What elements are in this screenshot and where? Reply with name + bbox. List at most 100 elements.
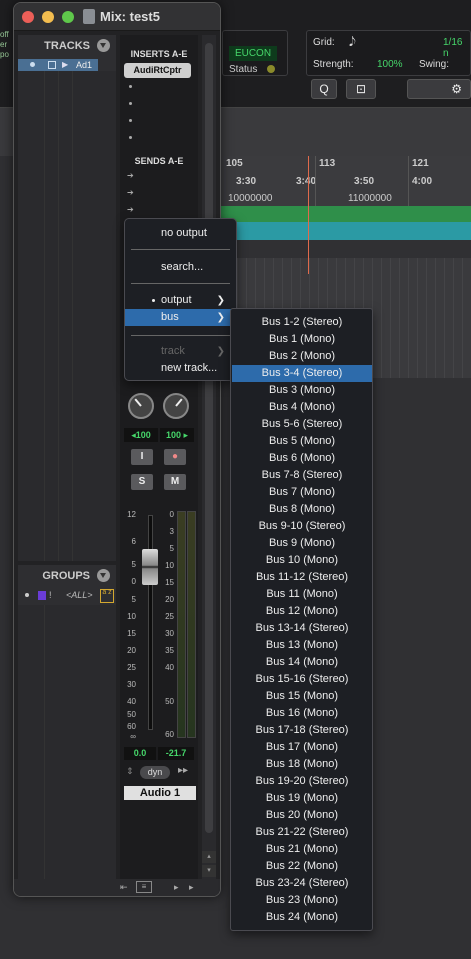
narrow-view-icon[interactable]: ⇤: [120, 882, 128, 893]
bus-menu-item[interactable]: Bus 22 (Mono): [232, 858, 372, 875]
scrollbar-thumb[interactable]: [205, 43, 213, 833]
grid-value[interactable]: 1/16 n: [443, 37, 470, 59]
insert-slot-a[interactable]: AudiRtCptr: [124, 63, 191, 78]
bus-menu-item[interactable]: Bus 20 (Mono): [232, 807, 372, 824]
menu-item-label: output: [161, 294, 192, 306]
bus-menu-item[interactable]: Bus 4 (Mono): [232, 399, 372, 416]
send-slot-b-icon[interactable]: ➔: [127, 188, 134, 197]
pan-right-value[interactable]: 100 ▸: [160, 428, 194, 442]
pan-left-value[interactable]: ◂100: [124, 428, 158, 442]
track-show-icon[interactable]: [30, 62, 35, 67]
bus-menu-item[interactable]: Bus 18 (Mono): [232, 756, 372, 773]
scroll-up-icon[interactable]: ▴: [202, 851, 216, 863]
bus-menu-item[interactable]: Bus 15 (Mono): [232, 688, 372, 705]
close-window-button[interactable]: [22, 11, 34, 23]
mix-window: Mix: test5 TRACKS ▶ Ad1 GROUPS ! <ALL> a…: [13, 2, 221, 897]
bus-menu-item[interactable]: Bus 17-18 (Stereo): [232, 722, 372, 739]
tracks-menu-chevron-icon[interactable]: [97, 39, 110, 52]
bus-menu-item[interactable]: Bus 13-14 (Stereo): [232, 620, 372, 637]
quantize-button[interactable]: Q: [311, 79, 337, 99]
input-monitor-button[interactable]: I: [131, 449, 153, 465]
bus-menu-item[interactable]: Bus 10 (Mono): [232, 552, 372, 569]
pan-left-knob[interactable]: [128, 393, 154, 419]
settings-gear-icon[interactable]: ⚙: [407, 79, 471, 99]
fast-forward-icon[interactable]: ▸▸: [178, 765, 188, 776]
volume-fader-handle[interactable]: [142, 549, 158, 585]
bus-menu-item[interactable]: Bus 21-22 (Stereo): [232, 824, 372, 841]
insert-slot-e[interactable]: [129, 136, 132, 139]
solo-button[interactable]: S: [131, 474, 153, 490]
note-icon[interactable]: 𝅘𝅥𝅮: [349, 34, 356, 50]
bus-menu-item[interactable]: Bus 5 (Mono): [232, 433, 372, 450]
bus-menu-item[interactable]: Bus 3 (Mono): [232, 382, 372, 399]
bus-menu-item[interactable]: Bus 19 (Mono): [232, 790, 372, 807]
menu-item-search[interactable]: search...: [125, 259, 236, 276]
menu-item-output[interactable]: output ❯: [125, 292, 236, 309]
track-lane-cyan[interactable]: [220, 222, 471, 240]
bus-menu-item[interactable]: Bus 12 (Mono): [232, 603, 372, 620]
scroll-down-icon[interactable]: ▾: [202, 865, 216, 877]
bus-menu-item[interactable]: Bus 21 (Mono): [232, 841, 372, 858]
restore-button[interactable]: ⊡: [346, 79, 376, 99]
scroll-right-icon[interactable]: ▸: [189, 882, 194, 893]
send-slot-c-icon[interactable]: ➔: [127, 205, 134, 214]
track-select-icon[interactable]: [48, 61, 56, 69]
group-name[interactable]: <ALL>: [66, 590, 93, 600]
bus-menu-item[interactable]: Bus 7-8 (Stereo): [232, 467, 372, 484]
insert-slot-c[interactable]: [129, 102, 132, 105]
bus-menu-item[interactable]: Bus 17 (Mono): [232, 739, 372, 756]
track-lane-green[interactable]: [220, 206, 471, 222]
menu-item-bus[interactable]: bus ❯: [125, 309, 236, 326]
eucon-status-indicator: [267, 65, 275, 73]
bus-menu-item[interactable]: Bus 1 (Mono): [232, 331, 372, 348]
track-list-row[interactable]: ▶ Ad1: [18, 59, 98, 71]
menu-item-no-output[interactable]: no output: [125, 225, 236, 242]
eucon-label[interactable]: EUCON: [229, 46, 277, 61]
bus-menu-item[interactable]: Bus 23-24 (Stereo): [232, 875, 372, 892]
pan-right-knob[interactable]: [163, 393, 189, 419]
mix-titlebar[interactable]: Mix: test5: [14, 3, 220, 31]
bus-menu-item[interactable]: Bus 23 (Mono): [232, 892, 372, 909]
bus-menu-item[interactable]: Bus 8 (Mono): [232, 501, 372, 518]
insert-slot-b[interactable]: [129, 85, 132, 88]
bus-menu-item[interactable]: Bus 1-2 (Stereo): [232, 314, 372, 331]
menu-item-label: bus: [161, 311, 179, 323]
groups-menu-chevron-icon[interactable]: [97, 569, 110, 582]
automation-updown-icon[interactable]: ⇕: [126, 766, 134, 777]
track-name-plate[interactable]: Audio 1: [124, 786, 196, 800]
insert-slot-d[interactable]: [129, 119, 132, 122]
bus-menu-item[interactable]: Bus 7 (Mono): [232, 484, 372, 501]
dyn-button[interactable]: dyn: [140, 766, 170, 779]
bus-menu-item[interactable]: Bus 5-6 (Stereo): [232, 416, 372, 433]
timeline-ruler[interactable]: 105 113 121 3:30 3:40 3:50 4:00 10000000…: [220, 156, 471, 210]
scroll-left-icon[interactable]: ▸: [174, 882, 179, 893]
bus-menu-item[interactable]: Bus 14 (Mono): [232, 654, 372, 671]
group-sort-icon[interactable]: a z: [100, 589, 114, 603]
strength-value[interactable]: 100%: [377, 59, 403, 70]
mute-button[interactable]: M: [164, 474, 186, 490]
bus-menu-item[interactable]: Bus 24 (Mono): [232, 909, 372, 926]
bus-menu-item[interactable]: Bus 19-20 (Stereo): [232, 773, 372, 790]
menu-item-new-track[interactable]: new track...: [125, 360, 236, 377]
bus-menu-item[interactable]: Bus 2 (Mono): [232, 348, 372, 365]
send-slot-a-icon[interactable]: ➔: [127, 171, 134, 180]
bus-menu-item[interactable]: Bus 9 (Mono): [232, 535, 372, 552]
group-list-row[interactable]: ! <ALL> a z: [18, 589, 116, 603]
peak-readout[interactable]: -21.7: [158, 747, 194, 760]
volume-fader-track[interactable]: [148, 515, 153, 730]
playhead-cursor[interactable]: [308, 156, 309, 274]
volume-readout[interactable]: 0.0: [124, 747, 156, 760]
record-enable-button[interactable]: ●: [164, 449, 186, 465]
bus-menu-item[interactable]: Bus 13 (Mono): [232, 637, 372, 654]
view-menu-icon[interactable]: ≡: [136, 881, 152, 893]
minimize-window-button[interactable]: [42, 11, 54, 23]
bus-menu-item[interactable]: Bus 9-10 (Stereo): [232, 518, 372, 535]
bus-menu-item[interactable]: Bus 16 (Mono): [232, 705, 372, 722]
maximize-window-button[interactable]: [62, 11, 74, 23]
bus-menu-item[interactable]: Bus 15-16 (Stereo): [232, 671, 372, 688]
bus-menu-item[interactable]: Bus 11-12 (Stereo): [232, 569, 372, 586]
bus-menu-item[interactable]: Bus 6 (Mono): [232, 450, 372, 467]
bus-menu-item[interactable]: Bus 11 (Mono): [232, 586, 372, 603]
track-list-name[interactable]: Ad1: [76, 59, 92, 71]
bus-menu-item[interactable]: Bus 3-4 (Stereo): [232, 365, 372, 382]
